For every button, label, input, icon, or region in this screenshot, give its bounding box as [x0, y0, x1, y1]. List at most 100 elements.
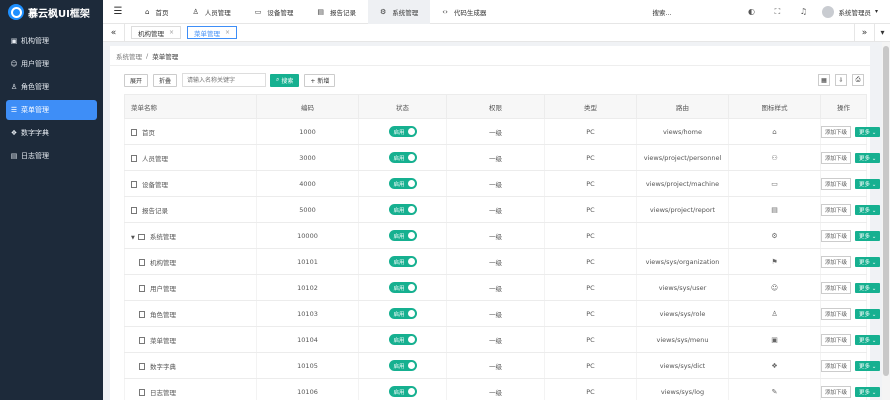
status-toggle[interactable]: 启用	[388, 152, 417, 163]
table-row[interactable]: 人员管理 3000 启用 一级 PC views/project/personnel ⚇ 添加…	[124, 144, 881, 171]
status-toggle[interactable]: 启用	[388, 308, 417, 319]
document-icon	[139, 259, 145, 266]
hamburger-icon[interactable]: ☰	[103, 6, 133, 17]
status-toggle[interactable]: 启用	[388, 386, 417, 397]
caret-down-icon[interactable]: ▼	[131, 235, 135, 241]
add-child-button[interactable]: 添加下级	[821, 229, 852, 242]
column-header: 图标样式	[728, 94, 821, 119]
table-row[interactable]: 报告记录 5000 启用 一级 PC views/project/report ▤ 添加下级更…	[124, 196, 881, 223]
table-row[interactable]: 设备管理 4000 启用 一级 PC views/project/machine ▭ 添加下级…	[124, 170, 881, 197]
table-row[interactable]: ▼ 系统管理 10000 启用 一级 PC ⚙ 添加下级 更多 ⌄	[124, 222, 881, 249]
avatar[interactable]	[822, 5, 835, 18]
sidebar-item-5[interactable]: ▤ 日志管理	[6, 146, 97, 166]
expand-button[interactable]: 展开	[124, 73, 149, 87]
more-button[interactable]: 更多 ⌄	[855, 152, 881, 163]
status-toggle[interactable]: 启用	[388, 360, 417, 371]
breadcrumb-parent[interactable]: 系统管理	[116, 51, 142, 61]
sidebar-item-3[interactable]: ☰ 菜单管理	[6, 100, 97, 120]
add-child-button[interactable]: 添加下级	[821, 385, 852, 398]
page-tab-1[interactable]: 菜单管理 ×	[187, 26, 238, 39]
export-icon[interactable]: ⇩	[835, 74, 847, 86]
add-child-button[interactable]: 添加下级	[821, 333, 852, 346]
status-toggle[interactable]: 启用	[388, 204, 417, 215]
actions-cell: 添加下级 更多 ⌄	[820, 118, 881, 145]
add-child-button[interactable]: 添加下级	[821, 125, 852, 138]
more-button[interactable]: 更多 ⌄	[855, 360, 881, 371]
top-tab-0[interactable]: ⌂ 首页	[133, 0, 180, 24]
tabs-scroll-right-icon[interactable]: »	[854, 23, 874, 42]
table-row[interactable]: 角色管理 10103 启用 一级 PC views/sys/role ♙ 添加下级 更多 ⌄	[124, 300, 881, 327]
role-icon: ♙	[10, 83, 18, 91]
actions-cell: 添加下级 更多 ⌄	[820, 170, 881, 197]
menu-name-cell: 角色管理	[124, 300, 257, 327]
more-button[interactable]: 更多 ⌄	[855, 126, 881, 137]
table-row[interactable]: 日志管理 10106 启用 一级 PC views/sys/log ✎ 添加下级 更多 ⌄	[124, 378, 881, 400]
top-tab-1[interactable]: ♙ 人员管理	[180, 0, 242, 24]
status-toggle[interactable]: 启用	[388, 178, 417, 189]
add-child-button[interactable]: 添加下级	[821, 203, 852, 216]
search-button[interactable]: ⌕ 搜索	[270, 73, 300, 87]
top-search[interactable]: 搜索...	[652, 7, 722, 17]
table-row[interactable]: 用户管理 10102 启用 一级 PC views/sys/user ☺ 添加下级 更多 ⌄	[124, 274, 881, 301]
search-input[interactable]	[182, 73, 267, 87]
page-tab-0[interactable]: 机构管理 ×	[131, 26, 182, 39]
add-child-button[interactable]: 添加下级	[821, 151, 852, 164]
add-child-button[interactable]: 添加下级	[821, 307, 852, 320]
palette-icon[interactable]: ◐	[738, 7, 764, 16]
fullscreen-icon[interactable]: ⛶	[764, 7, 790, 17]
top-tab-4[interactable]: ⚙ 系统管理	[367, 0, 431, 24]
status-toggle[interactable]: 启用	[388, 230, 417, 241]
menu-name-cell: 用户管理	[124, 274, 257, 301]
topbar-right: 搜索... ◐ ⛶ ♫ 系统管理员 ▾	[652, 0, 890, 24]
status-toggle[interactable]: 启用	[388, 256, 417, 267]
table-row[interactable]: 菜单管理 10104 启用 一级 PC views/sys/menu ▣ 添加下级 更多 ⌄	[124, 326, 881, 353]
code-cell: 10106	[256, 378, 359, 400]
more-button[interactable]: 更多 ⌄	[855, 230, 881, 241]
status-toggle[interactable]: 启用	[388, 334, 417, 345]
add-child-button[interactable]: 添加下级	[821, 177, 852, 190]
more-button[interactable]: 更多 ⌄	[855, 282, 881, 293]
more-button[interactable]: 更多 ⌄	[855, 256, 881, 267]
permission-cell: 一级	[446, 196, 545, 223]
top-tab-2[interactable]: ▭ 设备管理	[243, 0, 306, 24]
bell-icon[interactable]: ♫	[790, 7, 816, 16]
print-icon[interactable]: ⎙	[852, 74, 864, 86]
sidebar-item-0[interactable]: ▣ 机构管理	[6, 31, 97, 51]
add-button[interactable]: + 新增	[304, 73, 336, 87]
more-button[interactable]: 更多 ⌄	[855, 308, 881, 319]
topbar: ☰ ⌂ 首页 ♙ 人员管理 ▭ 设备管理 ▤ 报告记录 ⚙ 系统管理 ‹› 代码生成器 搜索... ◐…	[103, 0, 890, 24]
add-child-button[interactable]: 添加下级	[821, 255, 852, 268]
more-button[interactable]: 更多 ⌄	[855, 386, 881, 397]
top-tab-5[interactable]: ‹› 代码生成器	[430, 0, 498, 24]
close-icon[interactable]: ×	[169, 29, 174, 36]
sidebar-item-label: 角色管理	[21, 83, 49, 91]
permission-cell: 一级	[446, 378, 545, 400]
status-toggle[interactable]: 启用	[388, 126, 417, 137]
status-toggle[interactable]: 启用	[388, 282, 417, 293]
document-icon	[139, 337, 145, 344]
user-name[interactable]: 系统管理员	[838, 7, 871, 17]
sidebar-item-2[interactable]: ♙ 角色管理	[6, 77, 97, 97]
app-logo[interactable]: 慕云枫UI框架	[0, 0, 103, 24]
sidebar-item-1[interactable]: ☺ 用户管理	[6, 54, 97, 74]
sidebar-item-4[interactable]: ❖ 数字字典	[6, 123, 97, 143]
table-row[interactable]: 机构管理 10101 启用 一级 PC views/sys/organization ⚑ 添加…	[124, 248, 881, 275]
add-child-button[interactable]: 添加下级	[821, 359, 852, 372]
more-button[interactable]: 更多 ⌄	[855, 204, 881, 215]
close-icon[interactable]: ×	[225, 29, 230, 36]
top-tab-3[interactable]: ▤ 报告记录	[305, 0, 368, 24]
chevron-down-icon[interactable]: ▾	[875, 8, 878, 15]
collapse-button[interactable]: 折叠	[153, 73, 178, 87]
tabs-more-icon[interactable]: ▾	[874, 23, 890, 42]
add-child-button[interactable]: 添加下级	[821, 281, 852, 294]
more-button[interactable]: 更多 ⌄	[855, 178, 881, 189]
type-cell: PC	[544, 222, 637, 249]
scrollbar-thumb[interactable]	[883, 46, 889, 376]
columns-icon[interactable]: ▦	[818, 74, 830, 86]
page-scrollbar[interactable]	[882, 42, 890, 400]
table-row[interactable]: 数字字典 10105 启用 一级 PC views/sys/dict ❖ 添加下级 更多 ⌄	[124, 352, 881, 379]
permission-cell: 一级	[446, 300, 545, 327]
tabs-scroll-left-icon[interactable]: «	[103, 23, 125, 42]
more-button[interactable]: 更多 ⌄	[855, 334, 881, 345]
table-row[interactable]: 首页 1000 启用 一级 PC views/home ⌂ 添加下级 更多 ⌄	[124, 118, 881, 145]
